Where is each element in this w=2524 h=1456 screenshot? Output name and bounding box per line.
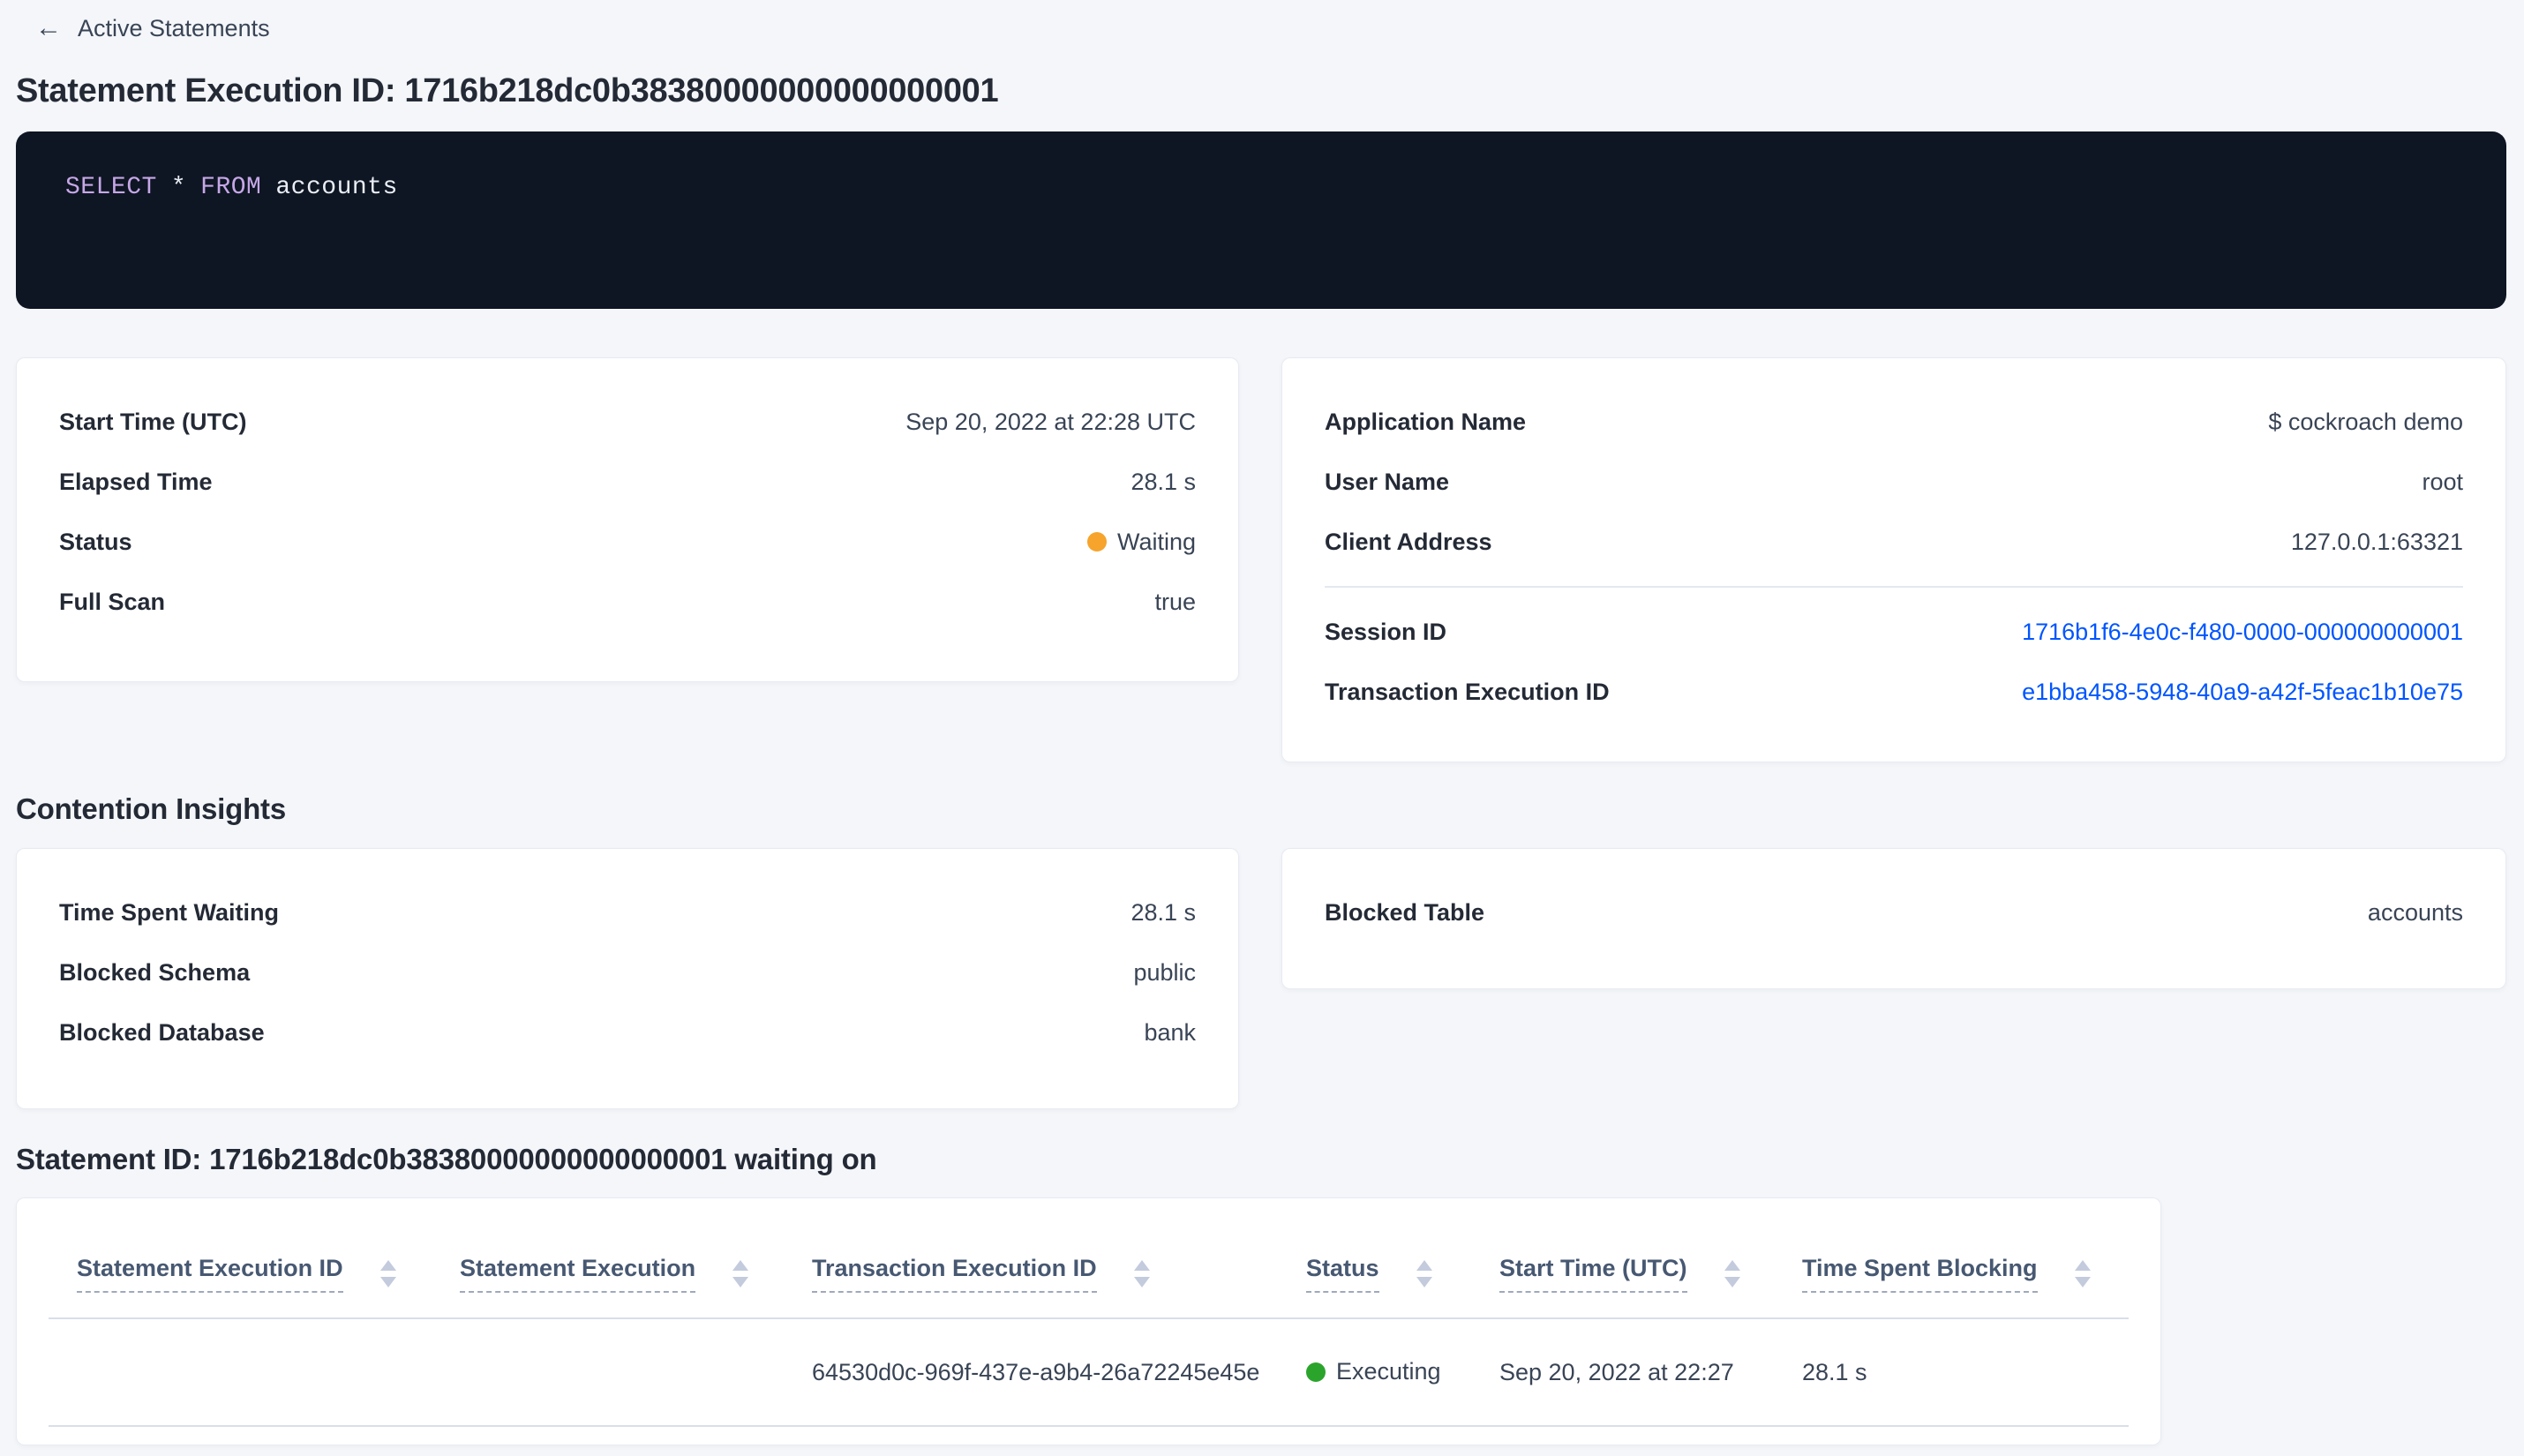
start-time-value: Sep 20, 2022 at 22:28 UTC	[905, 408, 1196, 435]
client-address-row: Client Address 127.0.0.1:63321	[1325, 512, 2463, 572]
back-link-label: Active Statements	[78, 14, 270, 41]
sql-star: *	[170, 174, 187, 201]
back-arrow-icon: ←	[35, 13, 62, 42]
summary-cards-row: Start Time (UTC) Sep 20, 2022 at 22:28 U…	[16, 357, 2506, 762]
elapsed-time-label: Elapsed Time	[59, 468, 213, 495]
blocked-table-row: Blocked Table accounts	[1325, 882, 2463, 942]
time-spent-waiting-label: Time Spent Waiting	[59, 898, 280, 926]
status-executing-text: Executing	[1336, 1358, 1441, 1385]
time-spent-waiting-row: Time Spent Waiting 28.1 s	[59, 882, 1196, 942]
cell-start-time: Sep 20, 2022 at 22:27	[1471, 1318, 1774, 1427]
blocked-database-row: Blocked Database bank	[59, 1002, 1196, 1062]
client-address-label: Client Address	[1325, 528, 1492, 555]
blocked-schema-value: public	[1133, 958, 1196, 986]
application-name-label: Application Name	[1325, 408, 1527, 435]
back-navigation: ← Active Statements	[35, 11, 2506, 46]
sql-keyword-from: FROM	[200, 174, 262, 201]
cell-transaction-execution-id: 64530d0c-969f-437e-a9b4-26a72245e45e	[784, 1318, 1278, 1427]
page-title: Statement Execution ID: 1716b218dc0b3838…	[16, 72, 999, 109]
cell-statement-execution-id	[49, 1318, 432, 1427]
elapsed-time-row: Elapsed Time 28.1 s	[59, 452, 1196, 512]
blocked-database-value: bank	[1144, 1018, 1196, 1046]
sql-statement-text: SELECT * FROM accounts	[65, 174, 398, 201]
session-summary-card: Application Name $ cockroach demo User N…	[1281, 357, 2506, 762]
status-waiting-dot-icon	[1086, 532, 1107, 552]
column-header-label[interactable]: Statement Execution	[460, 1255, 696, 1293]
status-value: Waiting	[1086, 528, 1196, 556]
sql-keyword-select: SELECT	[65, 174, 157, 201]
sql-table-name: accounts	[275, 174, 398, 201]
column-header-transaction-execution-id[interactable]: Transaction Execution ID	[784, 1198, 1278, 1319]
sort-icon[interactable]	[732, 1260, 749, 1287]
sql-statement-box: SELECT * FROM accounts	[16, 131, 2506, 309]
table-row: 64530d0c-969f-437e-a9b4-26a72245e45e Exe…	[49, 1318, 2129, 1427]
blocked-schema-row: Blocked Schema public	[59, 942, 1196, 1002]
back-to-active-statements-link[interactable]: ← Active Statements	[35, 15, 270, 42]
blocked-table-label: Blocked Table	[1325, 898, 1485, 926]
column-header-label[interactable]: Transaction Execution ID	[812, 1255, 1097, 1293]
session-id-link[interactable]: 1716b1f6-4e0c-f480-0000-000000000001	[2022, 619, 2463, 646]
waiting-statements-table: Statement Execution ID Statement Executi…	[49, 1198, 2129, 1427]
full-scan-row: Full Scan true	[59, 572, 1196, 632]
sort-icon[interactable]	[1416, 1260, 1432, 1287]
contention-insights-heading: Contention Insights	[16, 792, 286, 825]
application-name-value: $ cockroach demo	[2268, 408, 2463, 435]
start-time-row: Start Time (UTC) Sep 20, 2022 at 22:28 U…	[59, 392, 1196, 452]
session-id-row: Session ID 1716b1f6-4e0c-f480-0000-00000…	[1325, 602, 2463, 662]
waiting-statements-table-card: Statement Execution ID Statement Executi…	[16, 1197, 2161, 1445]
column-header-statement-execution[interactable]: Statement Execution	[432, 1198, 784, 1319]
sort-icon[interactable]	[1133, 1260, 1150, 1287]
transaction-execution-id-row: Transaction Execution ID e1bba458-5948-4…	[1325, 662, 2463, 722]
status-label: Status	[59, 528, 132, 555]
sort-icon[interactable]	[2074, 1260, 2091, 1287]
transaction-execution-id-label: Transaction Execution ID	[1325, 678, 1610, 705]
column-header-status[interactable]: Status	[1278, 1198, 1471, 1319]
card-divider	[1325, 586, 2463, 588]
time-spent-waiting-value: 28.1 s	[1131, 898, 1196, 926]
user-name-value: root	[2422, 468, 2463, 495]
column-header-time-spent-blocking[interactable]: Time Spent Blocking	[1774, 1198, 2129, 1319]
sort-icon[interactable]	[379, 1260, 396, 1287]
status-executing-dot-icon	[1306, 1362, 1326, 1382]
start-time-label: Start Time (UTC)	[59, 408, 247, 435]
column-header-statement-execution-id[interactable]: Statement Execution ID	[49, 1198, 432, 1319]
transaction-execution-id-link[interactable]: e1bba458-5948-40a9-a42f-5feac1b10e75	[2022, 679, 2463, 706]
user-name-label: User Name	[1325, 468, 1450, 495]
full-scan-value: true	[1154, 588, 1196, 615]
status-row: Status Waiting	[59, 512, 1196, 572]
waiting-on-heading: Statement ID: 1716b218dc0b38380000000000…	[16, 1143, 877, 1175]
column-header-start-time[interactable]: Start Time (UTC)	[1471, 1198, 1774, 1319]
table-header-row: Statement Execution ID Statement Executi…	[49, 1198, 2129, 1319]
client-address-value: 127.0.0.1:63321	[2290, 528, 2463, 555]
column-header-label[interactable]: Status	[1306, 1255, 1379, 1293]
status-waiting-text: Waiting	[1116, 528, 1196, 555]
column-header-label[interactable]: Time Spent Blocking	[1802, 1255, 2038, 1293]
execution-summary-card: Start Time (UTC) Sep 20, 2022 at 22:28 U…	[16, 357, 1239, 682]
column-header-label[interactable]: Start Time (UTC)	[1499, 1255, 1687, 1293]
blocked-schema-label: Blocked Schema	[59, 958, 251, 986]
sort-icon[interactable]	[1724, 1260, 1740, 1287]
statement-details-page: ← Active Statements Statement Execution …	[0, 0, 2524, 1456]
cell-statement-execution	[432, 1318, 784, 1427]
full-scan-label: Full Scan	[59, 588, 166, 615]
blocked-table-value: accounts	[2367, 898, 2463, 926]
application-name-row: Application Name $ cockroach demo	[1325, 392, 2463, 452]
blocked-database-label: Blocked Database	[59, 1018, 265, 1046]
user-name-row: User Name root	[1325, 452, 2463, 512]
cell-time-spent-blocking: 28.1 s	[1774, 1318, 2129, 1427]
session-id-label: Session ID	[1325, 618, 1447, 645]
cell-status: Executing	[1278, 1318, 1471, 1427]
contention-cards-row: Time Spent Waiting 28.1 s Blocked Schema…	[16, 848, 2506, 1109]
blocked-table-card: Blocked Table accounts	[1281, 848, 2506, 989]
elapsed-time-value: 28.1 s	[1131, 468, 1196, 495]
column-header-label[interactable]: Statement Execution ID	[77, 1255, 343, 1293]
contention-waiting-card: Time Spent Waiting 28.1 s Blocked Schema…	[16, 848, 1239, 1109]
